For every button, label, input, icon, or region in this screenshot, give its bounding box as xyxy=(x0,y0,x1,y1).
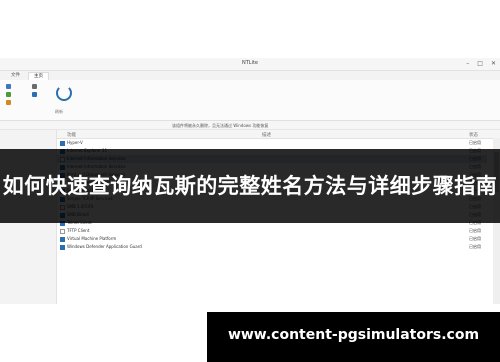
title-banner: 如何快速查询纳瓦斯的完整姓名方法与详细步骤指南 xyxy=(0,149,500,223)
refresh-group-label: 刷新 xyxy=(55,109,63,114)
ribbon-button-2[interactable] xyxy=(6,92,11,97)
notice-bar: 该组件将被永久删除，且无法通过 Windows 功能恢复 xyxy=(0,121,500,130)
column-header-feature[interactable]: 功能 xyxy=(67,132,76,138)
feature-state: 已启用 xyxy=(469,228,481,233)
window-title: NTLite xyxy=(241,60,258,66)
table-row[interactable]: Hyper-V 已启用 xyxy=(57,139,487,147)
feature-name: TFTP Client xyxy=(67,228,90,233)
refresh-icon[interactable] xyxy=(56,85,72,101)
tab-file[interactable]: 文件 xyxy=(6,72,25,79)
ribbon-button-4[interactable] xyxy=(32,84,37,89)
column-header-description[interactable]: 描述 xyxy=(262,132,271,138)
feature-state: 已启用 xyxy=(469,140,481,145)
row-checkbox[interactable] xyxy=(60,245,65,250)
minimize-icon[interactable]: – xyxy=(466,60,469,67)
tab-home[interactable]: 主页 xyxy=(28,72,49,80)
table-row[interactable]: Virtual Machine Platform 已启用 xyxy=(57,235,487,243)
feature-name: Virtual Machine Platform xyxy=(67,236,117,241)
watermark-url: www.content-pgsimulators.com xyxy=(227,327,480,343)
feature-name: Hyper-V xyxy=(67,140,83,145)
feature-name: Windows Defender Application Guard xyxy=(67,244,142,249)
watermark-footer: www.content-pgsimulators.com xyxy=(207,312,500,362)
check-icon xyxy=(6,92,11,97)
feature-state: 已启用 xyxy=(469,236,481,241)
table-header: 功能 描述 状态 xyxy=(57,130,500,139)
banner-title: 如何快速查询纳瓦斯的完整姓名方法与详细步骤指南 xyxy=(2,174,498,198)
table-row[interactable]: Windows Defender Application Guard 已启用 xyxy=(57,243,487,251)
ribbon-button-1[interactable] xyxy=(6,84,11,89)
list-icon xyxy=(32,84,37,89)
expand-icon xyxy=(32,92,37,97)
close-icon[interactable]: ✕ xyxy=(491,60,496,67)
feature-state: 已启用 xyxy=(469,244,481,249)
row-checkbox[interactable] xyxy=(60,141,65,146)
ribbon: 刷新 xyxy=(0,80,500,121)
row-checkbox[interactable] xyxy=(60,229,65,234)
notice-text: 该组件将被永久删除，且无法通过 Windows 功能恢复 xyxy=(172,123,269,128)
ribbon-tabs: 文件 主页 xyxy=(0,71,500,80)
table-row[interactable]: TFTP Client 已启用 xyxy=(57,227,487,235)
app-icon xyxy=(6,84,11,89)
title-bar: NTLite – □ ✕ xyxy=(0,58,500,71)
row-checkbox[interactable] xyxy=(60,237,65,242)
ribbon-button-5[interactable] xyxy=(32,92,37,97)
maximize-icon[interactable]: □ xyxy=(477,60,483,67)
column-header-state[interactable]: 状态 xyxy=(469,132,478,138)
folder-icon xyxy=(6,100,11,105)
ribbon-button-3[interactable] xyxy=(6,100,11,105)
